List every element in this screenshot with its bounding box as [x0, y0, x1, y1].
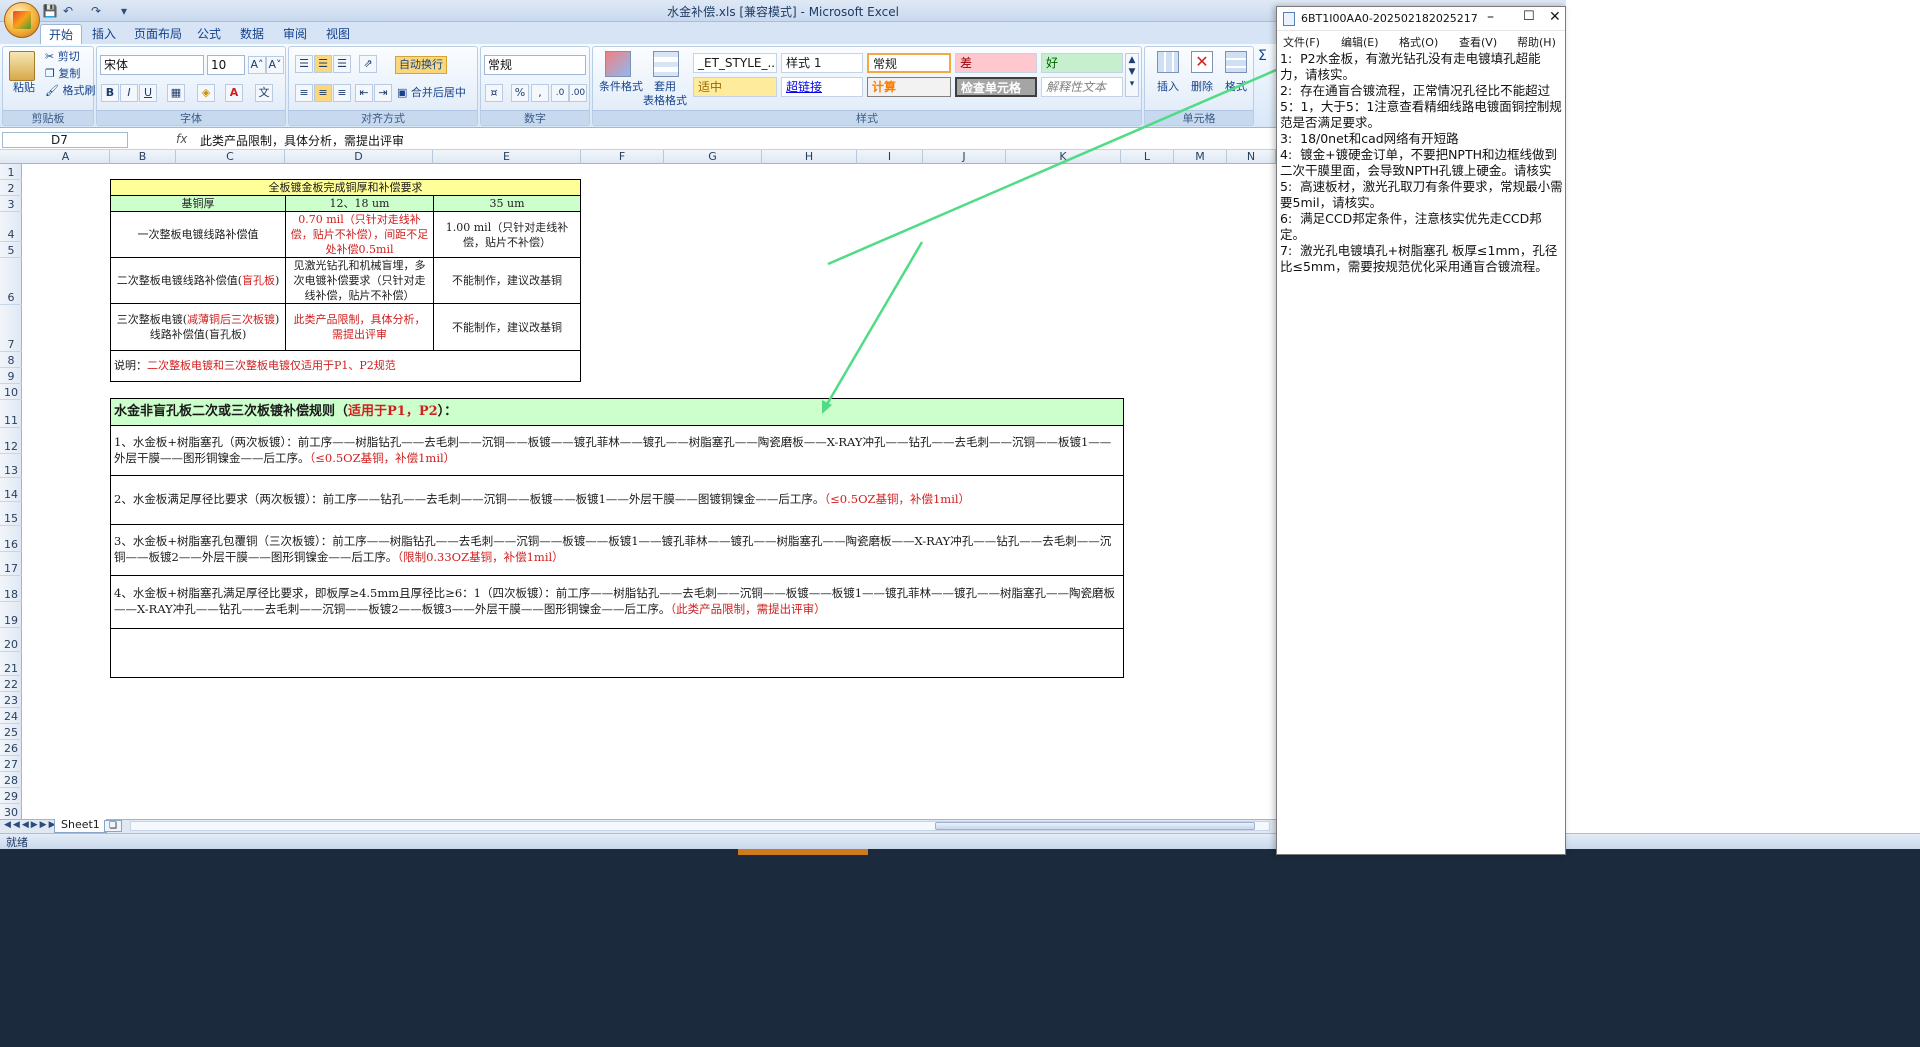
menu-edit[interactable]: 编辑(E) [1341, 34, 1379, 50]
maximize-icon[interactable]: ☐ [1523, 9, 1535, 24]
notepad-title: 6BT1I00AA0-20250218202521717... [1301, 12, 1477, 25]
status-bar [0, 833, 1920, 849]
menu-format[interactable]: 格式(O) [1399, 34, 1438, 50]
notepad-window: 6BT1I00AA0-20250218202521717... – ☐ ✕ 文件… [1276, 6, 1566, 855]
sheet-tab-sheet1[interactable]: Sheet1 [54, 819, 107, 833]
minimize-icon[interactable]: – [1487, 9, 1494, 25]
menu-view[interactable]: 查看(V) [1459, 34, 1497, 50]
annotation-arrow-2 [824, 241, 924, 407]
office-logo-icon [13, 11, 31, 29]
office-button[interactable] [4, 2, 40, 38]
status-text: 就绪 [6, 836, 28, 849]
close-icon[interactable]: ✕ [1549, 9, 1561, 25]
annotation-arrow-1 [827, 62, 1291, 266]
insert-sheet-icon[interactable]: ❏ [104, 820, 122, 832]
notepad-text-area[interactable]: 1: P2水金板，有激光钻孔没有走电镀填孔超能力，请核实。 2: 存在通盲合镀流… [1280, 51, 1564, 275]
taskbar [0, 849, 1920, 1047]
notepad-title-bar: 6BT1I00AA0-20250218202521717... – ☐ ✕ [1277, 7, 1565, 31]
horizontal-scroll-thumb[interactable] [935, 822, 1255, 830]
notepad-app-icon [1283, 12, 1295, 26]
notepad-menu-bar: 文件(F) 编辑(E) 格式(O) 查看(V) 帮助(H) [1277, 31, 1565, 49]
horizontal-scrollbar[interactable] [130, 821, 1270, 831]
menu-file[interactable]: 文件(F) [1283, 34, 1320, 50]
menu-help[interactable]: 帮助(H) [1517, 34, 1556, 50]
taskbar-active-item[interactable] [738, 849, 868, 855]
sheet-nav-icons[interactable]: ◀◀◀▶▶▶ [4, 820, 58, 830]
